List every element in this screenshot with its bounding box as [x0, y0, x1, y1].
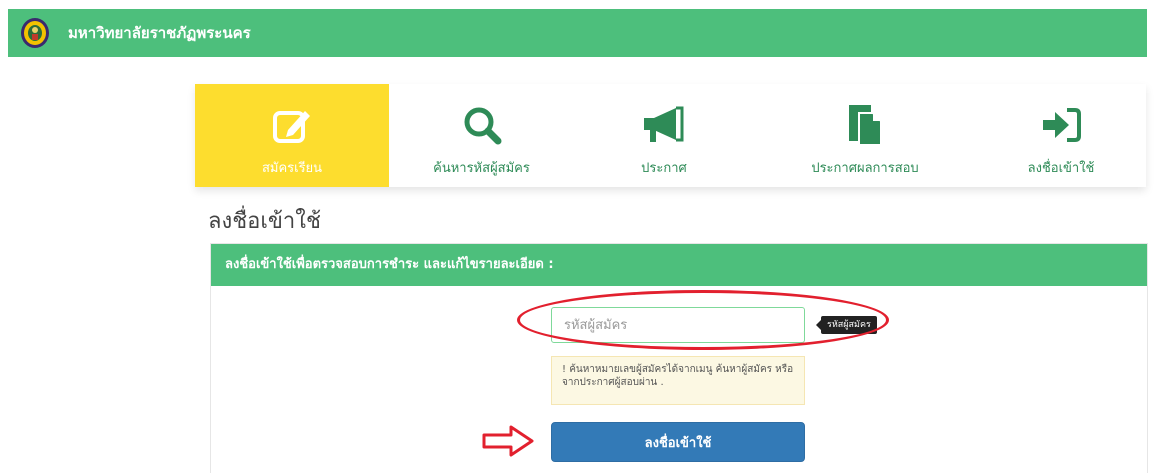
menu-item-label: ค้นหารหัสผู้สมัคร — [433, 161, 530, 176]
megaphone-icon — [642, 103, 686, 147]
panel-header: ลงชื่อเข้าใช้เพื่อตรวจสอบการชำระ และแก้ไ… — [211, 244, 1147, 286]
edit-icon — [272, 103, 312, 147]
document-icon — [847, 103, 883, 147]
applicant-code-input[interactable] — [551, 307, 805, 343]
search-icon — [462, 103, 502, 147]
sign-in-icon — [1041, 103, 1081, 147]
annotation-arrow-icon — [482, 425, 534, 457]
site-title[interactable]: มหาวิทยาลัยราชภัฏพระนคร — [68, 9, 251, 57]
main-menu: สมัครเรียน ค้นหารหัสผู้สมัคร ประกาศ ประก… — [195, 84, 1146, 187]
menu-item-search-applicant[interactable]: ค้นหารหัสผู้สมัคร — [389, 84, 574, 187]
menu-item-label: ประกาศผลการสอบ — [811, 161, 919, 176]
menu-item-sign-in[interactable]: ลงชื่อเข้าใช้ — [976, 84, 1146, 187]
hint-message: ! ค้นหาหมายเลขผู้สมัครได้จากเมนู ค้นหาผู… — [551, 356, 805, 405]
menu-item-exam-results[interactable]: ประกาศผลการสอบ — [754, 84, 976, 187]
page-title: ลงชื่อเข้าใช้ — [208, 209, 321, 234]
menu-item-label: ลงชื่อเข้าใช้ — [1027, 161, 1095, 176]
applicant-code-field-wrap — [551, 307, 806, 343]
login-panel: ลงชื่อเข้าใช้เพื่อตรวจสอบการชำระ และแก้ไ… — [210, 243, 1148, 473]
menu-item-apply[interactable]: สมัครเรียน — [195, 84, 389, 187]
menu-item-label: สมัครเรียน — [261, 161, 323, 176]
university-logo-icon[interactable] — [20, 17, 50, 49]
input-tooltip: รหัสผู้สมัคร — [816, 316, 877, 334]
sign-in-button[interactable]: ลงชื่อเข้าใช้ — [551, 422, 805, 462]
top-header-bar: มหาวิทยาลัยราชภัฏพระนคร — [8, 9, 1147, 57]
menu-item-announcement[interactable]: ประกาศ — [574, 84, 754, 187]
menu-item-label: ประกาศ — [641, 161, 687, 176]
